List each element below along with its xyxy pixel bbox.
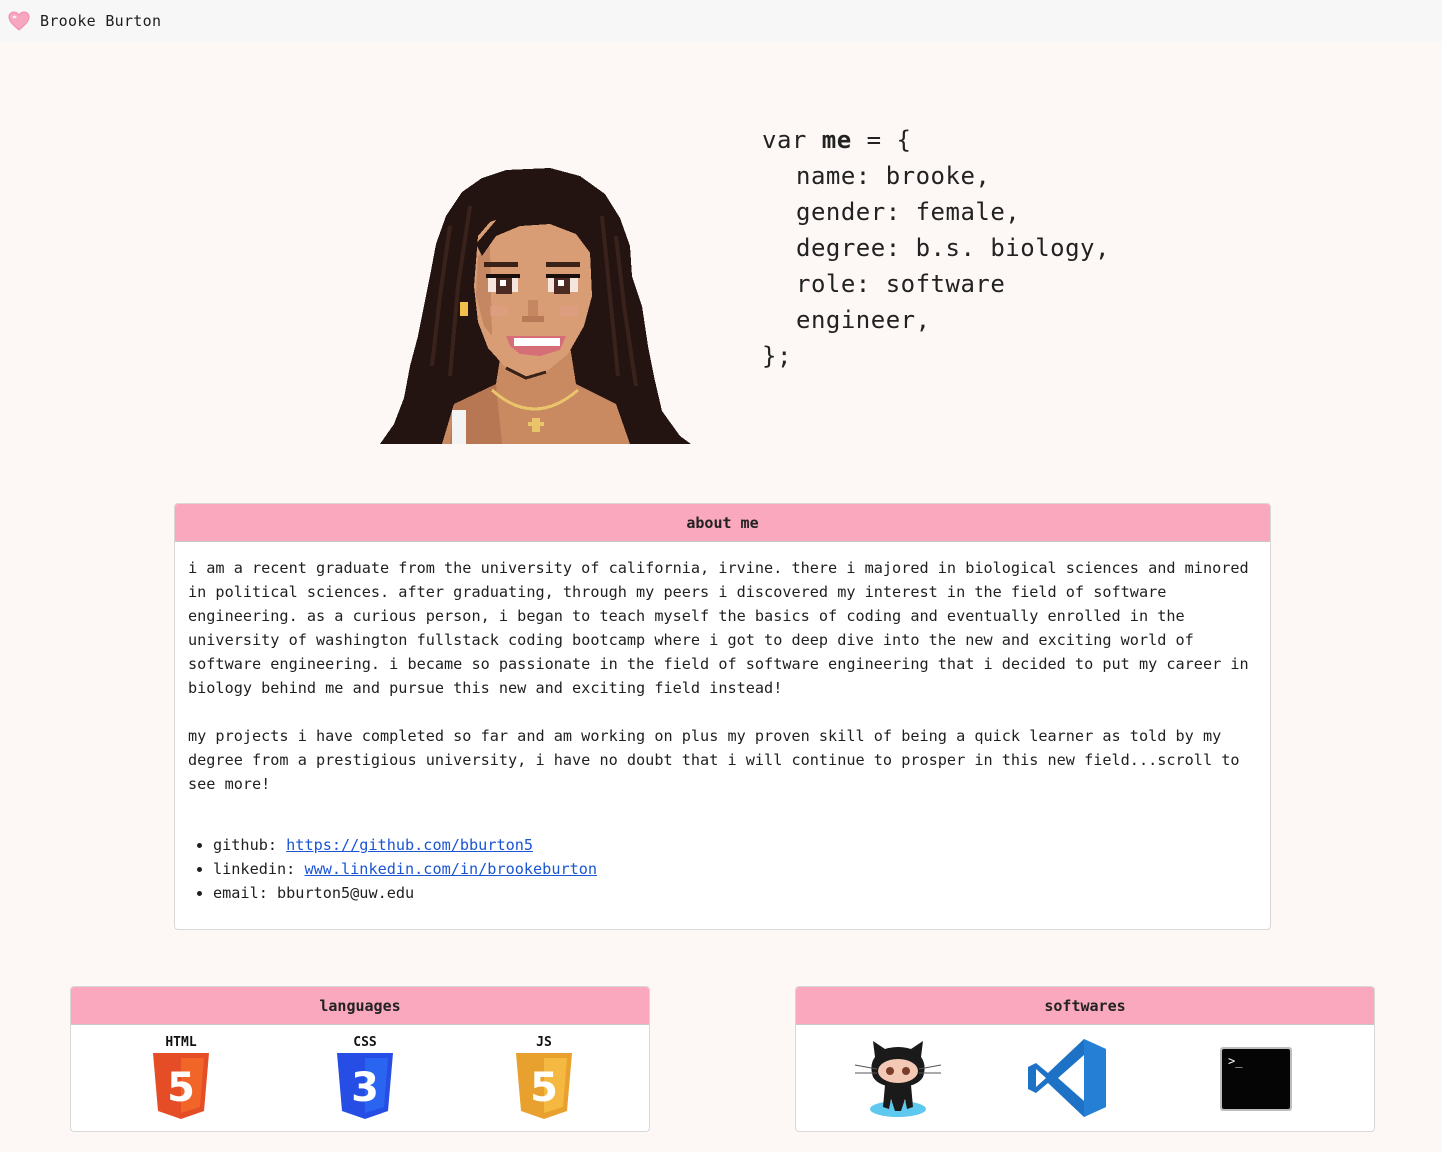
languages-card: languages HTML 5 CSS 3 JS 5 [70,986,650,1132]
code-close: }; [762,342,792,370]
softwares-header: softwares [796,987,1374,1025]
github-link[interactable]: https://github.com/bburton5 [286,836,533,854]
svg-text:5: 5 [530,1065,558,1111]
languages-header: languages [71,987,649,1025]
svg-text:3: 3 [351,1065,379,1111]
svg-text:CSS: CSS [353,1035,377,1050]
svg-text:5: 5 [167,1065,195,1111]
softwares-icons: >_ [796,1025,1374,1131]
code-block: var me = { name: brooke, gender: female,… [762,122,1110,374]
linkedin-link[interactable]: www.linkedin.com/in/brookeburton [304,860,597,878]
languages-icons: HTML 5 CSS 3 JS 5 [71,1025,649,1131]
code-name: name: brooke, [796,162,991,190]
linkedin-item: linkedin: www.linkedin.com/in/brookeburt… [213,857,1257,881]
terminal-icon: >_ [1220,1047,1292,1115]
email-value: bburton5@uw.edu [277,884,415,902]
svg-text:JS: JS [536,1035,552,1050]
code-role-cont: engineer, [796,306,931,334]
pixel-portrait-avatar [380,168,691,444]
vscode-icon [1026,1037,1108,1123]
heart-icon[interactable] [8,11,30,31]
email-item: email: bburton5@uw.edu [213,881,1257,905]
github-item: github: https://github.com/bburton5 [213,833,1257,857]
code-degree: degree: b.s. biology, [796,234,1110,262]
css3-icon: CSS 3 [335,1035,395,1125]
site-title[interactable]: Brooke Burton [40,12,161,30]
about-header: about me [175,504,1270,542]
github-octocat-icon [851,1037,945,1123]
about-body: i am a recent graduate from the universi… [175,542,1270,905]
code-line-1: var me = { [762,126,912,154]
navbar: Brooke Burton [0,0,1442,42]
softwares-card: softwares >_ [795,986,1375,1132]
about-paragraph-1: i am a recent graduate from the universi… [188,559,1249,697]
svg-text:>_: >_ [1228,1054,1243,1068]
contact-list: github: https://github.com/bburton5 link… [188,833,1257,905]
about-paragraph-2: my projects i have completed so far and … [188,727,1240,793]
code-gender: gender: female, [796,198,1021,226]
about-card: about me i am a recent graduate from the… [174,503,1271,930]
html5-icon: HTML 5 [151,1035,211,1125]
svg-text:HTML: HTML [165,1035,196,1050]
code-role: role: software [796,270,1006,298]
js-icon: JS 5 [514,1035,574,1125]
